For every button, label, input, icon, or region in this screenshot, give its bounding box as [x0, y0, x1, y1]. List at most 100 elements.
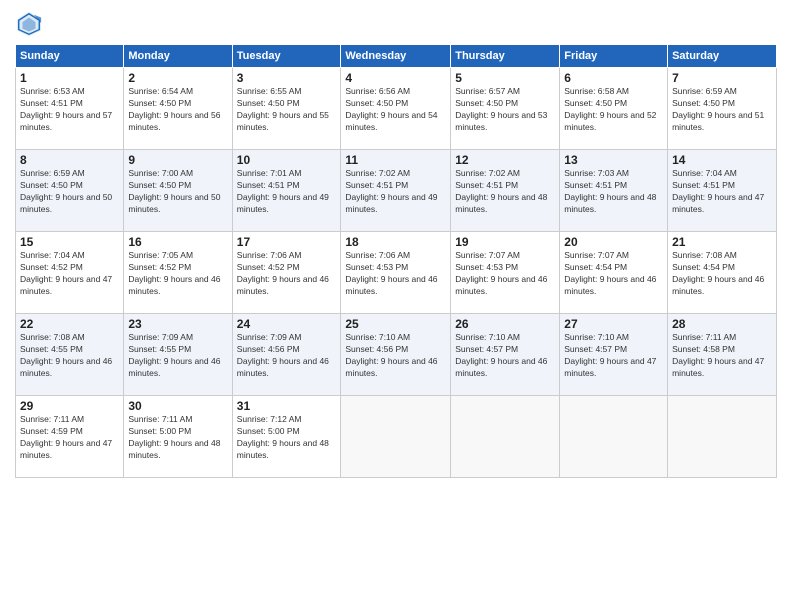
day-number: 12	[455, 153, 555, 167]
day-info: Sunrise: 7:07 AMSunset: 4:54 PMDaylight:…	[564, 250, 656, 296]
day-info: Sunrise: 6:59 AMSunset: 4:50 PMDaylight:…	[20, 168, 112, 214]
day-info: Sunrise: 7:08 AMSunset: 4:54 PMDaylight:…	[672, 250, 764, 296]
day-info: Sunrise: 7:10 AMSunset: 4:57 PMDaylight:…	[455, 332, 547, 378]
calendar-week-3: 15Sunrise: 7:04 AMSunset: 4:52 PMDayligh…	[16, 232, 777, 314]
day-info: Sunrise: 7:02 AMSunset: 4:51 PMDaylight:…	[455, 168, 547, 214]
calendar-header-row: SundayMondayTuesdayWednesdayThursdayFrid…	[16, 45, 777, 68]
calendar-cell: 16Sunrise: 7:05 AMSunset: 4:52 PMDayligh…	[124, 232, 232, 314]
day-number: 15	[20, 235, 119, 249]
calendar-cell: 13Sunrise: 7:03 AMSunset: 4:51 PMDayligh…	[560, 150, 668, 232]
day-number: 8	[20, 153, 119, 167]
calendar-cell: 24Sunrise: 7:09 AMSunset: 4:56 PMDayligh…	[232, 314, 341, 396]
calendar-cell: 21Sunrise: 7:08 AMSunset: 4:54 PMDayligh…	[668, 232, 777, 314]
calendar-cell: 3Sunrise: 6:55 AMSunset: 4:50 PMDaylight…	[232, 68, 341, 150]
day-number: 24	[237, 317, 337, 331]
calendar-cell: 5Sunrise: 6:57 AMSunset: 4:50 PMDaylight…	[451, 68, 560, 150]
calendar-cell: 15Sunrise: 7:04 AMSunset: 4:52 PMDayligh…	[16, 232, 124, 314]
day-number: 17	[237, 235, 337, 249]
day-number: 22	[20, 317, 119, 331]
day-header-monday: Monday	[124, 45, 232, 68]
logo-icon	[15, 10, 43, 38]
day-number: 11	[345, 153, 446, 167]
day-info: Sunrise: 7:04 AMSunset: 4:52 PMDaylight:…	[20, 250, 112, 296]
day-info: Sunrise: 6:54 AMSunset: 4:50 PMDaylight:…	[128, 86, 220, 132]
day-header-wednesday: Wednesday	[341, 45, 451, 68]
calendar-week-4: 22Sunrise: 7:08 AMSunset: 4:55 PMDayligh…	[16, 314, 777, 396]
calendar-body: 1Sunrise: 6:53 AMSunset: 4:51 PMDaylight…	[16, 68, 777, 478]
day-info: Sunrise: 7:04 AMSunset: 4:51 PMDaylight:…	[672, 168, 764, 214]
calendar-cell: 1Sunrise: 6:53 AMSunset: 4:51 PMDaylight…	[16, 68, 124, 150]
calendar-cell: 4Sunrise: 6:56 AMSunset: 4:50 PMDaylight…	[341, 68, 451, 150]
calendar-cell: 8Sunrise: 6:59 AMSunset: 4:50 PMDaylight…	[16, 150, 124, 232]
day-info: Sunrise: 7:06 AMSunset: 4:53 PMDaylight:…	[345, 250, 437, 296]
calendar-cell: 23Sunrise: 7:09 AMSunset: 4:55 PMDayligh…	[124, 314, 232, 396]
day-info: Sunrise: 7:09 AMSunset: 4:55 PMDaylight:…	[128, 332, 220, 378]
calendar-cell: 27Sunrise: 7:10 AMSunset: 4:57 PMDayligh…	[560, 314, 668, 396]
day-header-tuesday: Tuesday	[232, 45, 341, 68]
day-number: 13	[564, 153, 663, 167]
calendar-cell	[341, 396, 451, 478]
day-number: 28	[672, 317, 772, 331]
day-info: Sunrise: 7:03 AMSunset: 4:51 PMDaylight:…	[564, 168, 656, 214]
day-number: 4	[345, 71, 446, 85]
calendar-cell: 22Sunrise: 7:08 AMSunset: 4:55 PMDayligh…	[16, 314, 124, 396]
calendar-cell: 2Sunrise: 6:54 AMSunset: 4:50 PMDaylight…	[124, 68, 232, 150]
calendar-cell: 28Sunrise: 7:11 AMSunset: 4:58 PMDayligh…	[668, 314, 777, 396]
day-number: 1	[20, 71, 119, 85]
day-number: 26	[455, 317, 555, 331]
day-header-thursday: Thursday	[451, 45, 560, 68]
day-number: 23	[128, 317, 227, 331]
day-number: 19	[455, 235, 555, 249]
calendar-cell	[451, 396, 560, 478]
calendar-cell: 25Sunrise: 7:10 AMSunset: 4:56 PMDayligh…	[341, 314, 451, 396]
calendar-week-2: 8Sunrise: 6:59 AMSunset: 4:50 PMDaylight…	[16, 150, 777, 232]
day-number: 27	[564, 317, 663, 331]
day-info: Sunrise: 6:59 AMSunset: 4:50 PMDaylight:…	[672, 86, 764, 132]
calendar-cell: 11Sunrise: 7:02 AMSunset: 4:51 PMDayligh…	[341, 150, 451, 232]
day-number: 29	[20, 399, 119, 413]
calendar-week-1: 1Sunrise: 6:53 AMSunset: 4:51 PMDaylight…	[16, 68, 777, 150]
day-number: 2	[128, 71, 227, 85]
day-info: Sunrise: 7:00 AMSunset: 4:50 PMDaylight:…	[128, 168, 220, 214]
calendar-cell: 10Sunrise: 7:01 AMSunset: 4:51 PMDayligh…	[232, 150, 341, 232]
day-info: Sunrise: 6:58 AMSunset: 4:50 PMDaylight:…	[564, 86, 656, 132]
day-info: Sunrise: 7:11 AMSunset: 5:00 PMDaylight:…	[128, 414, 220, 460]
calendar-cell: 18Sunrise: 7:06 AMSunset: 4:53 PMDayligh…	[341, 232, 451, 314]
day-number: 10	[237, 153, 337, 167]
calendar-cell: 6Sunrise: 6:58 AMSunset: 4:50 PMDaylight…	[560, 68, 668, 150]
calendar-cell: 9Sunrise: 7:00 AMSunset: 4:50 PMDaylight…	[124, 150, 232, 232]
logo	[15, 10, 47, 38]
day-info: Sunrise: 7:12 AMSunset: 5:00 PMDaylight:…	[237, 414, 329, 460]
day-info: Sunrise: 6:56 AMSunset: 4:50 PMDaylight:…	[345, 86, 437, 132]
day-info: Sunrise: 7:09 AMSunset: 4:56 PMDaylight:…	[237, 332, 329, 378]
day-number: 20	[564, 235, 663, 249]
calendar-cell: 19Sunrise: 7:07 AMSunset: 4:53 PMDayligh…	[451, 232, 560, 314]
day-number: 18	[345, 235, 446, 249]
day-info: Sunrise: 6:57 AMSunset: 4:50 PMDaylight:…	[455, 86, 547, 132]
day-info: Sunrise: 7:11 AMSunset: 4:59 PMDaylight:…	[20, 414, 112, 460]
day-number: 21	[672, 235, 772, 249]
day-info: Sunrise: 7:06 AMSunset: 4:52 PMDaylight:…	[237, 250, 329, 296]
calendar-cell: 26Sunrise: 7:10 AMSunset: 4:57 PMDayligh…	[451, 314, 560, 396]
calendar-cell: 29Sunrise: 7:11 AMSunset: 4:59 PMDayligh…	[16, 396, 124, 478]
day-info: Sunrise: 7:08 AMSunset: 4:55 PMDaylight:…	[20, 332, 112, 378]
day-info: Sunrise: 7:07 AMSunset: 4:53 PMDaylight:…	[455, 250, 547, 296]
calendar-cell: 17Sunrise: 7:06 AMSunset: 4:52 PMDayligh…	[232, 232, 341, 314]
day-number: 16	[128, 235, 227, 249]
calendar-table: SundayMondayTuesdayWednesdayThursdayFrid…	[15, 44, 777, 478]
day-number: 25	[345, 317, 446, 331]
day-number: 7	[672, 71, 772, 85]
day-number: 9	[128, 153, 227, 167]
day-info: Sunrise: 7:02 AMSunset: 4:51 PMDaylight:…	[345, 168, 437, 214]
day-info: Sunrise: 6:53 AMSunset: 4:51 PMDaylight:…	[20, 86, 112, 132]
day-info: Sunrise: 7:10 AMSunset: 4:57 PMDaylight:…	[564, 332, 656, 378]
calendar-page: SundayMondayTuesdayWednesdayThursdayFrid…	[0, 0, 792, 612]
day-number: 31	[237, 399, 337, 413]
calendar-cell: 14Sunrise: 7:04 AMSunset: 4:51 PMDayligh…	[668, 150, 777, 232]
calendar-cell	[668, 396, 777, 478]
calendar-cell: 12Sunrise: 7:02 AMSunset: 4:51 PMDayligh…	[451, 150, 560, 232]
day-number: 30	[128, 399, 227, 413]
header	[15, 10, 777, 38]
day-header-sunday: Sunday	[16, 45, 124, 68]
day-number: 6	[564, 71, 663, 85]
